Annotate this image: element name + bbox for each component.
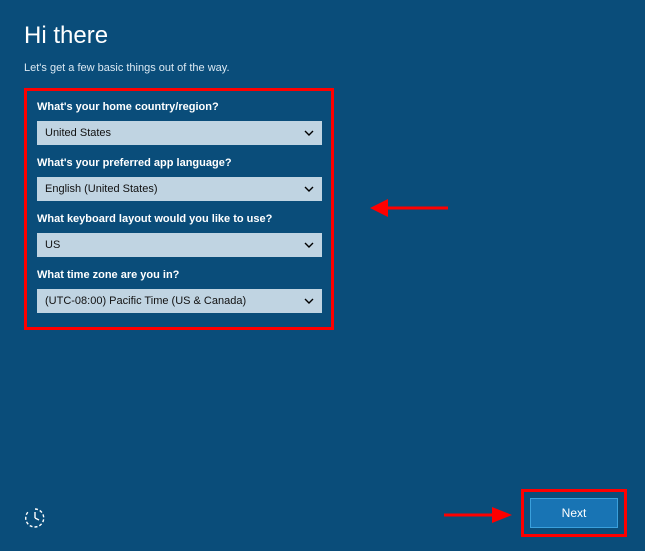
chevron-down-icon [304, 130, 314, 136]
country-value: United States [45, 127, 111, 139]
page-subtitle: Let's get a few basic things out of the … [24, 62, 621, 74]
language-value: English (United States) [45, 183, 158, 195]
keyboard-label: What keyboard layout would you like to u… [37, 213, 319, 225]
timezone-label: What time zone are you in? [37, 269, 319, 281]
country-label: What's your home country/region? [37, 101, 319, 113]
setup-form-highlight: What's your home country/region? United … [24, 88, 334, 330]
timezone-value: (UTC-08:00) Pacific Time (US & Canada) [45, 295, 246, 307]
footer-bar: Next [0, 491, 645, 551]
ease-of-access-button[interactable] [24, 507, 46, 529]
chevron-down-icon [304, 186, 314, 192]
keyboard-value: US [45, 239, 60, 251]
country-select[interactable]: United States [37, 121, 322, 145]
page-title: Hi there [24, 22, 621, 50]
next-button-highlight: Next [521, 489, 627, 537]
timezone-select[interactable]: (UTC-08:00) Pacific Time (US & Canada) [37, 289, 322, 313]
language-select[interactable]: English (United States) [37, 177, 322, 201]
chevron-down-icon [304, 242, 314, 248]
keyboard-select[interactable]: US [37, 233, 322, 257]
language-label: What's your preferred app language? [37, 157, 319, 169]
next-button-label: Next [562, 506, 587, 520]
next-button[interactable]: Next [530, 498, 618, 528]
chevron-down-icon [304, 298, 314, 304]
